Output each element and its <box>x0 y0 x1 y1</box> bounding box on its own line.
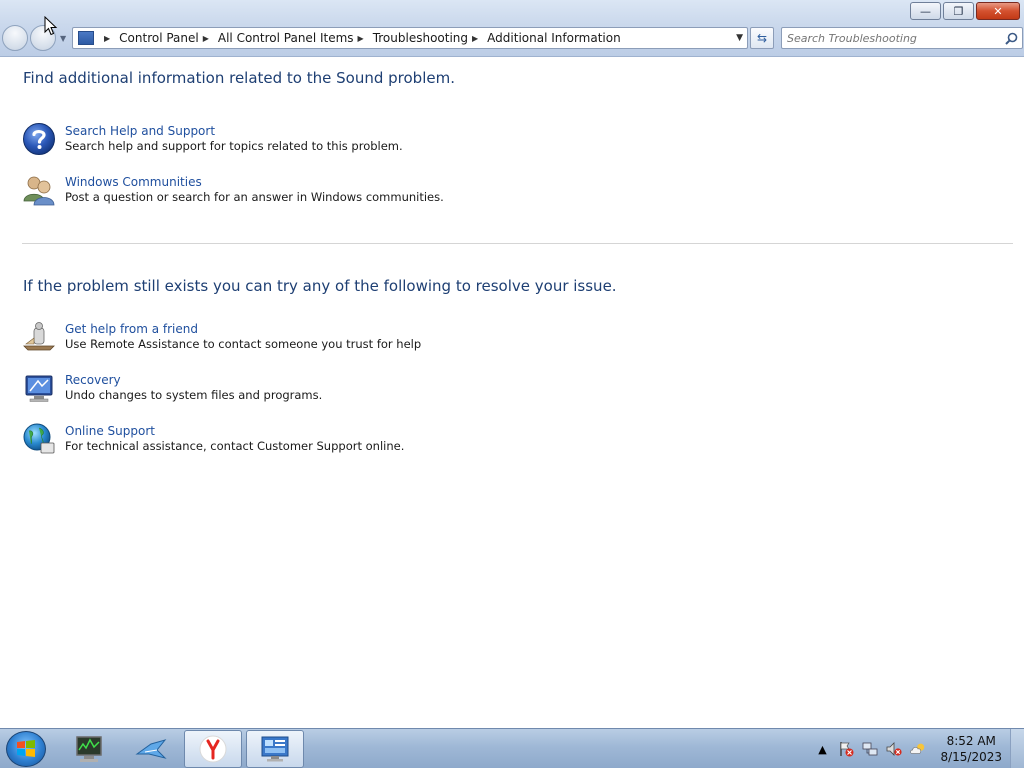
section-divider <box>22 243 1013 244</box>
task-manager-icon <box>76 736 102 762</box>
control-panel-location-icon <box>78 31 94 45</box>
section-heading-additional-info: Find additional information related to t… <box>23 69 455 87</box>
get-help-from-friend-link[interactable]: Get help from a friend <box>65 322 421 337</box>
recovery-icon <box>22 371 56 405</box>
recovery-link[interactable]: Recovery <box>65 373 322 388</box>
windows-communities-link[interactable]: Windows Communities <box>65 175 444 190</box>
recovery-description: Undo changes to system files and program… <box>65 388 323 402</box>
task-windows-communities[interactable]: Windows Communities Post a question or s… <box>22 173 444 207</box>
breadcrumb-troubleshooting[interactable]: Troubleshooting <box>373 31 468 45</box>
close-button[interactable]: ✕ <box>976 2 1020 20</box>
network-app-icon <box>135 739 167 759</box>
breadcrumb-additional-information[interactable]: Additional Information <box>487 31 621 45</box>
refresh-icon: ⇆ <box>756 31 768 45</box>
section-heading-resolve-issue: If the problem still exists you can try … <box>23 277 617 295</box>
task-online-support[interactable]: Online Support For technical assistance,… <box>22 422 404 456</box>
restore-button[interactable]: ❐ <box>943 2 974 20</box>
yandex-browser-icon <box>199 735 227 763</box>
search-icon[interactable] <box>1000 32 1022 45</box>
volume-muted-icon[interactable] <box>886 741 903 757</box>
show-hidden-icons-icon[interactable]: ▲ <box>814 741 830 757</box>
start-button[interactable] <box>6 731 46 767</box>
online-support-description: For technical assistance, contact Custom… <box>65 439 405 453</box>
search-help-description: Search help and support for topics relat… <box>65 139 403 153</box>
windows-communities-description: Post a question or search for an answer … <box>65 190 444 204</box>
get-help-from-friend-description: Use Remote Assistance to contact someone… <box>65 337 422 351</box>
breadcrumb-arrow-icon[interactable]: ▶ <box>472 34 478 43</box>
clock-date: 8/15/2023 <box>940 750 1002 764</box>
online-support-icon <box>22 422 56 456</box>
address-dropdown-icon[interactable]: ▼ <box>736 33 743 43</box>
mouse-cursor-icon <box>44 16 58 36</box>
windows-logo-icon <box>17 740 35 757</box>
taskbar-clock[interactable]: 8:52 AM 8/15/2023 <box>940 733 1002 765</box>
action-center-icon[interactable] <box>838 741 854 757</box>
breadcrumb-all-items[interactable]: All Control Panel Items <box>218 31 354 45</box>
taskbar-network-app[interactable] <box>122 730 180 768</box>
system-tray: ▲ 8:52 AM 8/15/2023 <box>814 729 1024 768</box>
control-panel-icon <box>261 736 289 762</box>
minimize-button[interactable]: — <box>910 2 941 20</box>
refresh-button[interactable]: ⇆ <box>750 27 774 49</box>
address-bar[interactable]: ▶ Control Panel ▶ All Control Panel Item… <box>72 27 748 49</box>
task-get-help-from-friend[interactable]: Get help from a friend Use Remote Assist… <box>22 320 421 354</box>
search-box[interactable] <box>781 27 1023 49</box>
task-search-help[interactable]: Search Help and Support Search help and … <box>22 122 403 156</box>
back-button[interactable] <box>2 25 28 51</box>
breadcrumb-arrow-icon[interactable]: ▶ <box>104 34 110 43</box>
breadcrumb-control-panel[interactable]: Control Panel <box>119 31 199 45</box>
breadcrumb-arrow-icon[interactable]: ▶ <box>358 34 364 43</box>
communities-icon <box>22 173 56 207</box>
breadcrumb-arrow-icon[interactable]: ▶ <box>203 34 209 43</box>
taskbar: ▲ 8:52 AM 8/15/2023 <box>0 728 1024 768</box>
show-desktop-button[interactable] <box>1010 729 1024 768</box>
search-input[interactable] <box>787 29 1000 47</box>
window-controls: — ❐ ✕ <box>910 2 1020 20</box>
remote-assistance-icon <box>22 320 56 354</box>
task-recovery[interactable]: Recovery Undo changes to system files an… <box>22 371 322 405</box>
window-titlebar: — ❐ ✕ ▼ ▶ Control Panel ▶ All Control Pa… <box>0 0 1024 57</box>
search-help-link[interactable]: Search Help and Support <box>65 124 403 139</box>
online-support-link[interactable]: Online Support <box>65 424 404 439</box>
weather-cloud-icon[interactable] <box>910 741 926 757</box>
taskbar-yandex-browser[interactable] <box>184 730 242 768</box>
clock-time: 8:52 AM <box>946 734 996 748</box>
content-pane: Find additional information related to t… <box>0 58 1024 728</box>
recent-pages-dropdown-icon[interactable]: ▼ <box>60 34 66 43</box>
taskbar-control-panel[interactable] <box>246 730 304 768</box>
network-icon[interactable] <box>862 741 878 757</box>
help-icon <box>22 122 56 156</box>
taskbar-task-manager[interactable] <box>60 730 118 768</box>
